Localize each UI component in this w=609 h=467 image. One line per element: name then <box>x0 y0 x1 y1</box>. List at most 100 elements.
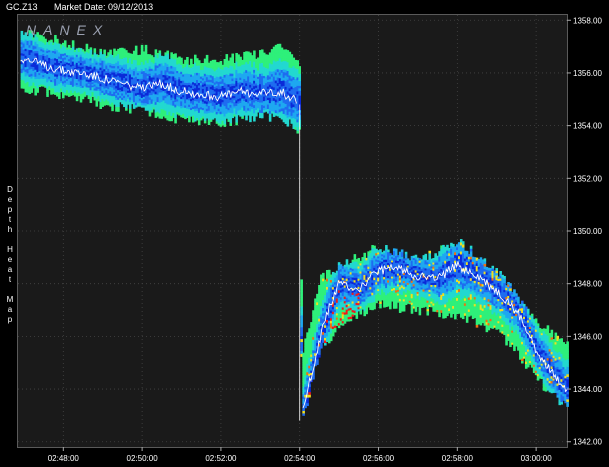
heat-cell <box>300 347 303 351</box>
heat-cell <box>353 254 357 257</box>
heat-cell <box>148 113 152 117</box>
heat-cell <box>322 272 325 276</box>
heat-cell <box>67 44 71 48</box>
heat-cell <box>225 56 229 60</box>
heat-cell <box>300 320 303 325</box>
heat-cell <box>260 115 264 119</box>
heat-cell <box>134 48 138 51</box>
heat-cell <box>253 50 256 54</box>
heat-cell <box>394 248 398 252</box>
heat-cell <box>302 410 305 414</box>
heat-cell <box>373 245 376 249</box>
heat-cell <box>205 59 209 63</box>
heat-cell <box>300 303 303 307</box>
heat-cell <box>180 59 183 63</box>
heat-cell <box>260 49 264 53</box>
heat-cell <box>306 400 309 404</box>
heat-cell <box>268 113 272 117</box>
heat-cell <box>225 54 229 57</box>
heat-cell <box>290 54 294 58</box>
heat-cell <box>306 397 309 401</box>
heat-cell <box>298 70 301 74</box>
heat-cell <box>20 30 24 34</box>
heat-cell <box>331 333 335 337</box>
heat-cell <box>34 92 37 96</box>
heat-cell <box>205 57 209 61</box>
heat-cell <box>186 57 189 60</box>
depth-heat-map-chart: 1358.001356.001354.001352.001350.001348.… <box>18 15 602 463</box>
heat-cell <box>93 48 97 51</box>
heat-cell <box>125 105 128 109</box>
heat-cell <box>174 114 177 119</box>
heat-cell <box>134 45 138 49</box>
heat-cell <box>286 120 290 124</box>
heat-cell <box>320 345 323 349</box>
heat-cell <box>85 43 89 47</box>
heat-cell <box>308 391 311 395</box>
heat-cell <box>117 109 120 112</box>
heat-cell <box>253 53 256 57</box>
heat-cell <box>308 389 311 393</box>
heat-cell <box>117 104 120 108</box>
heat-cell <box>144 44 148 48</box>
heat-cell <box>245 117 248 121</box>
heat-cell <box>180 57 183 61</box>
heat-cell <box>298 97 301 101</box>
heat-cell <box>385 245 388 248</box>
heat-cell <box>229 120 233 124</box>
heat-cell <box>355 311 359 315</box>
heat-cell <box>99 51 103 54</box>
heat-cell <box>298 92 301 96</box>
heat-cell <box>81 49 85 52</box>
heat-cell <box>223 118 227 122</box>
heat-cell <box>300 300 303 304</box>
heat-cell <box>394 305 398 309</box>
heat-cell <box>197 60 201 64</box>
heat-cell <box>296 130 300 134</box>
heat-cell <box>170 118 173 122</box>
heat-cell <box>158 50 162 54</box>
heat-cell <box>144 47 148 51</box>
heat-cell <box>320 342 323 346</box>
heat-cell <box>298 75 301 79</box>
heat-cell <box>298 68 301 72</box>
heat-cell <box>363 255 366 259</box>
heat-cell <box>134 50 138 54</box>
heat-cell <box>363 252 366 256</box>
heat-cell <box>197 122 201 126</box>
heat-cell <box>298 85 301 89</box>
heat-cell <box>235 122 238 126</box>
heat-cell <box>302 408 305 411</box>
heat-cell <box>300 297 303 301</box>
heat-cell <box>219 60 223 64</box>
heat-cell <box>166 53 169 57</box>
heat-cell <box>71 40 75 43</box>
heat-cell <box>235 116 238 120</box>
heat-cell <box>231 58 234 62</box>
heat-cell <box>298 66 301 69</box>
heat-cell <box>253 118 256 122</box>
heat-cell <box>300 341 303 346</box>
heat-cell <box>327 269 331 274</box>
heat-cell <box>394 250 398 254</box>
heat-cell <box>158 53 162 57</box>
heat-cell <box>345 261 349 265</box>
heat-cell <box>174 120 177 124</box>
heat-cell <box>128 106 132 109</box>
heat-cell <box>109 49 112 53</box>
heat-cell <box>63 40 67 43</box>
heat-cell <box>249 119 252 123</box>
heat-cell <box>286 123 290 127</box>
heat-cell <box>239 56 242 60</box>
heat-cell <box>373 306 376 310</box>
heat-cell <box>36 87 39 91</box>
heat-cell <box>278 43 282 48</box>
heat-cell <box>312 376 315 380</box>
heat-cell <box>205 54 209 58</box>
heat-cell <box>186 59 189 63</box>
heat-cell <box>300 329 303 334</box>
heat-cell <box>300 338 303 343</box>
heat-cell <box>302 413 305 416</box>
heat-cell <box>300 291 303 295</box>
heat-cell <box>333 327 337 331</box>
